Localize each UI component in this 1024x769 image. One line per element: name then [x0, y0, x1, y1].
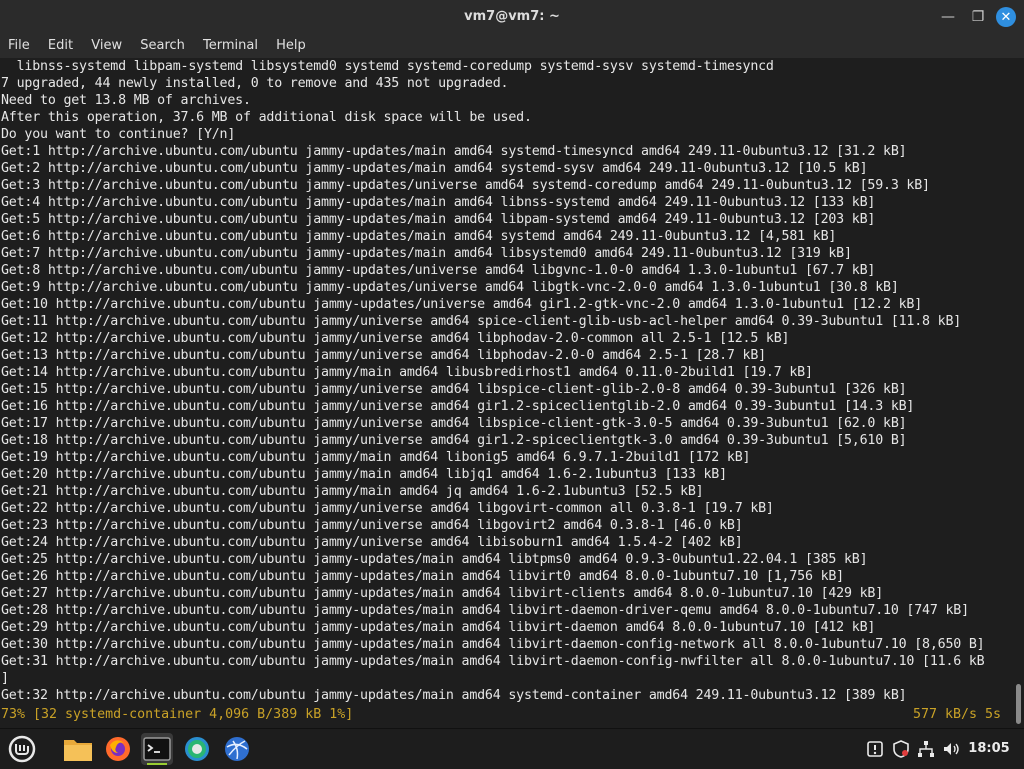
terminal-line: Get:1 http://archive.ubuntu.com/ubuntu j…: [1, 144, 907, 159]
terminal-line: Get:21 http://archive.ubuntu.com/ubuntu …: [1, 484, 704, 499]
terminal-scrollbar[interactable]: [1014, 58, 1024, 726]
minimize-icon: —: [941, 9, 955, 25]
window-titlebar[interactable]: vm7@vm7: ~ — ❐ ✕: [0, 0, 1024, 34]
window-title: vm7@vm7: ~: [464, 9, 560, 24]
mint-menu-icon: [8, 735, 36, 763]
taskbar: 18:05: [0, 728, 1024, 769]
terminal-line: Get:23 http://archive.ubuntu.com/ubuntu …: [1, 518, 743, 533]
terminal-line: Get:27 http://archive.ubuntu.com/ubuntu …: [1, 586, 884, 601]
menubar: File Edit View Search Terminal Help: [0, 34, 1024, 58]
terminal-line: Get:20 http://archive.ubuntu.com/ubuntu …: [1, 467, 727, 482]
terminal-icon: [143, 737, 171, 761]
terminal-line: Get:15 http://archive.ubuntu.com/ubuntu …: [1, 382, 907, 397]
terminal-line: Get:2 http://archive.ubuntu.com/ubuntu j…: [1, 161, 868, 176]
terminal-line: Need to get 13.8 MB of archives.: [1, 93, 251, 108]
taskbar-clock[interactable]: 18:05: [964, 729, 1014, 769]
network-icon: [918, 741, 934, 757]
mint-menu-button[interactable]: [6, 733, 38, 765]
update-manager-tray[interactable]: [864, 737, 886, 761]
terminal-line: Get:3 http://archive.ubuntu.com/ubuntu j…: [1, 178, 930, 193]
terminal-line: Do you want to continue? [Y/n]: [1, 127, 236, 142]
browser-icon: [185, 737, 209, 761]
terminal-line: Get:17 http://archive.ubuntu.com/ubuntu …: [1, 416, 907, 431]
menu-edit[interactable]: Edit: [41, 34, 80, 58]
terminal-line: Get:22 http://archive.ubuntu.com/ubuntu …: [1, 501, 774, 516]
terminal-line: Get:18 http://archive.ubuntu.com/ubuntu …: [1, 433, 907, 448]
menu-view[interactable]: View: [84, 34, 129, 58]
terminal-line: Get:6 http://archive.ubuntu.com/ubuntu j…: [1, 229, 837, 244]
network-globe-icon: [225, 737, 249, 761]
terminal-line: libnss-systemd libpam-systemd libsystemd…: [1, 59, 774, 74]
terminal-line: 7 upgraded, 44 newly installed, 0 to rem…: [1, 76, 509, 91]
terminal-line: Get:9 http://archive.ubuntu.com/ubuntu j…: [1, 280, 899, 295]
terminal-line: Get:26 http://archive.ubuntu.com/ubuntu …: [1, 569, 844, 584]
update-manager-icon: [867, 741, 883, 757]
download-speed-text: 577 kB/s 5s: [912, 707, 1001, 722]
terminal-line: Get:8 http://archive.ubuntu.com/ubuntu j…: [1, 263, 876, 278]
terminal-line: Get:25 http://archive.ubuntu.com/ubuntu …: [1, 552, 868, 567]
terminal-launcher[interactable]: [141, 733, 173, 765]
terminal-line: Get:12 http://archive.ubuntu.com/ubuntu …: [1, 331, 790, 346]
download-progress-line: 73% [32 systemd-container 4,096 B/389 kB…: [0, 706, 1010, 724]
shield-icon: [893, 740, 909, 758]
terminal-line: Get:19 http://archive.ubuntu.com/ubuntu …: [1, 450, 751, 465]
terminal-line: Get:13 http://archive.ubuntu.com/ubuntu …: [1, 348, 766, 363]
terminal-line: ]: [1, 671, 9, 686]
terminal-line: Get:28 http://archive.ubuntu.com/ubuntu …: [1, 603, 969, 618]
close-button[interactable]: ✕: [996, 7, 1016, 27]
scrollbar-thumb[interactable]: [1016, 684, 1021, 724]
terminal-line: Get:7 http://archive.ubuntu.com/ubuntu j…: [1, 246, 852, 261]
browser-launcher[interactable]: [181, 733, 213, 765]
files-launcher[interactable]: [62, 733, 94, 765]
terminal-line: Get:5 http://archive.ubuntu.com/ubuntu j…: [1, 212, 876, 227]
terminal-line: Get:16 http://archive.ubuntu.com/ubuntu …: [1, 399, 915, 414]
menu-search[interactable]: Search: [133, 34, 192, 58]
terminal-line: Get:11 http://archive.ubuntu.com/ubuntu …: [1, 314, 962, 329]
network-tray[interactable]: [915, 737, 937, 761]
terminal-line: After this operation, 37.6 MB of additio…: [1, 110, 532, 125]
terminal-line: Get:31 http://archive.ubuntu.com/ubuntu …: [1, 654, 985, 669]
menu-terminal[interactable]: Terminal: [196, 34, 265, 58]
close-icon: ✕: [1000, 9, 1012, 25]
files-icon: [64, 740, 92, 761]
progress-status-text: 73% [32 systemd-container 4,096 B/389 kB…: [1, 707, 354, 722]
terminal-line: Get:29 http://archive.ubuntu.com/ubuntu …: [1, 620, 876, 635]
terminal-line: Get:4 http://archive.ubuntu.com/ubuntu j…: [1, 195, 876, 210]
firefox-launcher[interactable]: [102, 733, 134, 765]
shield-tray[interactable]: [890, 737, 912, 761]
firefox-icon: [106, 737, 130, 761]
network-launcher[interactable]: [221, 733, 253, 765]
terminal-line: Get:30 http://archive.ubuntu.com/ubuntu …: [1, 637, 985, 652]
menu-help[interactable]: Help: [269, 34, 313, 58]
terminal-line: Get:10 http://archive.ubuntu.com/ubuntu …: [1, 297, 923, 312]
minimize-button[interactable]: —: [936, 5, 960, 29]
volume-tray[interactable]: [940, 737, 962, 761]
menu-file[interactable]: File: [0, 34, 37, 58]
terminal-line: Get:32 http://archive.ubuntu.com/ubuntu …: [1, 688, 907, 703]
active-window-indicator: [147, 763, 167, 765]
volume-icon: [944, 743, 959, 755]
terminal-output[interactable]: libnss-systemd libpam-systemd libsystemd…: [0, 58, 1014, 726]
maximize-button[interactable]: ❐: [966, 5, 990, 29]
terminal-line: Get:14 http://archive.ubuntu.com/ubuntu …: [1, 365, 813, 380]
terminal-line: Get:24 http://archive.ubuntu.com/ubuntu …: [1, 535, 743, 550]
maximize-icon: ❐: [971, 9, 985, 25]
